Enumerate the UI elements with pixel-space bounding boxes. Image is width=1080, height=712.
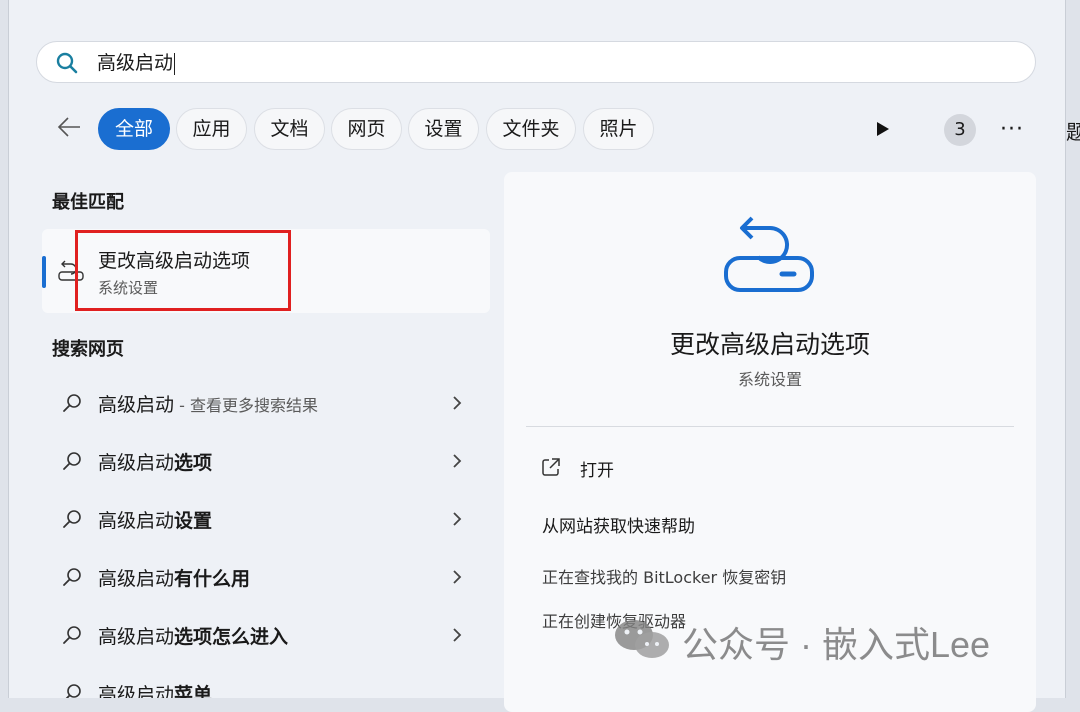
selection-indicator	[42, 256, 46, 288]
wechat-logo-icon	[615, 620, 669, 658]
web-result-text: 高级启动有什么用	[98, 568, 251, 590]
help-link-bitlocker[interactable]: 正在查找我的 BitLocker 恢复密钥	[542, 564, 786, 588]
chevron-right-icon[interactable]	[450, 452, 464, 470]
web-result-row[interactable]: 高级启动设置	[42, 492, 490, 546]
search-icon	[65, 684, 81, 698]
web-result-text: 高级启动设置	[98, 510, 213, 532]
more-options-icon[interactable]: ···	[1000, 117, 1024, 142]
quick-help-heading: 从网站获取快速帮助	[542, 517, 695, 537]
web-result-row[interactable]: 高级启动 - 查看更多搜索结果	[42, 376, 490, 430]
search-icon	[63, 568, 81, 586]
search-icon	[63, 626, 81, 644]
text-caret	[174, 52, 176, 75]
best-match-heading: 最佳匹配	[52, 192, 124, 213]
web-result-text: 高级启动 - 查看更多搜索结果	[98, 394, 318, 416]
red-highlight-box	[75, 230, 291, 311]
divider	[526, 426, 1014, 427]
search-icon	[63, 452, 81, 470]
search-input[interactable]: 高级启动	[36, 41, 1036, 83]
recovery-icon	[724, 216, 814, 292]
filter-folders[interactable]: 文件夹	[486, 108, 576, 150]
play-icon[interactable]	[876, 121, 890, 137]
clipped-text: 题	[1066, 120, 1080, 144]
chevron-right-icon[interactable]	[450, 394, 464, 412]
web-result-text: 高级启动选项怎么进入	[98, 626, 289, 648]
filter-web[interactable]: 网页	[331, 108, 402, 150]
chevron-right-icon[interactable]	[450, 510, 464, 528]
back-arrow-icon[interactable]	[56, 114, 82, 140]
search-query[interactable]: 高级启动	[97, 51, 176, 75]
filter-apps[interactable]: 应用	[176, 108, 247, 150]
filter-documents[interactable]: 文档	[254, 108, 325, 150]
search-icon	[56, 52, 78, 74]
web-result-row[interactable]: 高级启动有什么用	[42, 550, 490, 604]
filter-all[interactable]: 全部	[98, 108, 170, 150]
chevron-right-icon[interactable]	[450, 568, 464, 586]
filter-settings[interactable]: 设置	[408, 108, 479, 150]
web-result-text: 高级启动选项	[98, 452, 213, 474]
watermark-text: 公众号 · 嵌入式Lee	[682, 624, 991, 665]
open-external-icon[interactable]	[540, 456, 562, 478]
open-action[interactable]: 打开	[580, 456, 614, 481]
web-result-row[interactable]: 高级启动菜单	[42, 666, 490, 698]
chevron-right-icon[interactable]	[450, 626, 464, 644]
web-result-row[interactable]: 高级启动选项	[42, 434, 490, 488]
detail-subtitle: 系统设置	[737, 370, 802, 389]
detail-title: 更改高级启动选项	[669, 330, 870, 359]
search-icon	[63, 394, 81, 412]
search-icon	[63, 510, 81, 528]
web-result-text: 高级启动菜单	[98, 684, 213, 698]
web-result-row[interactable]: 高级启动选项怎么进入	[42, 608, 490, 662]
search-web-heading: 搜索网页	[52, 339, 124, 360]
rewards-count-badge[interactable]: 3	[944, 114, 976, 146]
filter-photos[interactable]: 照片	[583, 108, 654, 150]
